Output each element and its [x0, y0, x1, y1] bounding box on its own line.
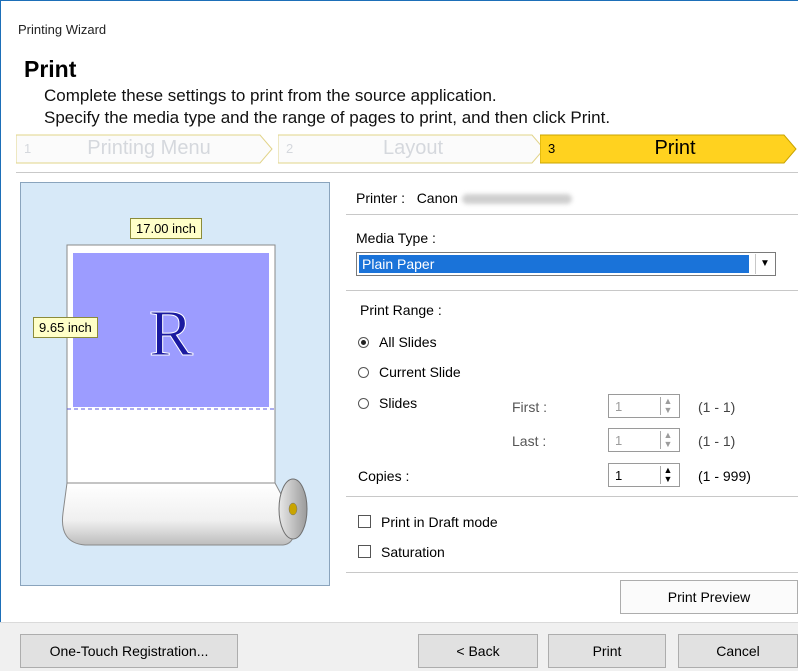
first-range: (1 - 1) [698, 399, 736, 415]
stepper-value: 1 [615, 399, 623, 414]
step-number: 1 [24, 141, 32, 156]
checkbox-box[interactable] [358, 545, 371, 558]
radio-indicator[interactable] [358, 367, 369, 378]
copies-stepper[interactable]: 1 ▲ ▼ [608, 463, 680, 487]
header-divider [16, 172, 798, 173]
radio-all-slides[interactable]: All Slides [358, 334, 437, 350]
copies-label: Copies : [358, 468, 410, 484]
printer-divider [346, 214, 798, 215]
last-label: Last : [512, 433, 547, 449]
radio-current-slide[interactable]: Current Slide [358, 364, 461, 380]
sample-glyph: R [149, 297, 193, 370]
stepper-arrows-icon[interactable]: ▲ ▼ [660, 431, 675, 449]
checkbox-label: Saturation [381, 544, 445, 560]
cancel-button[interactable]: Cancel [678, 634, 798, 668]
checkbox-label: Print in Draft mode [381, 514, 498, 530]
options-divider [346, 572, 798, 573]
chevron-down-icon[interactable]: ▼ [755, 254, 774, 274]
printer-info: Printer : Canon [356, 190, 572, 206]
first-label: First : [512, 399, 547, 415]
step-number: 2 [286, 141, 294, 156]
last-page-stepper[interactable]: 1 ▲ ▼ [608, 428, 680, 452]
stepper-arrows-icon[interactable]: ▲ ▼ [660, 466, 675, 484]
printer-label: Printer : [356, 190, 406, 206]
last-range: (1 - 1) [698, 433, 736, 449]
redacted-model [461, 194, 572, 205]
print-preview-button[interactable]: Print Preview [620, 580, 798, 614]
page-title: Print [24, 56, 77, 82]
back-button[interactable]: < Back [418, 634, 538, 668]
step-label: Print [654, 137, 696, 159]
step-number: 3 [548, 141, 556, 156]
radio-slides[interactable]: Slides [358, 395, 417, 411]
step-print: 3 Print [540, 134, 798, 164]
paper-width-label: 17.00 inch [130, 218, 202, 239]
one-touch-registration-button[interactable]: One-Touch Registration... [20, 634, 238, 668]
printer-name: Canon [416, 190, 458, 206]
radio-label: All Slides [379, 334, 437, 350]
radio-indicator[interactable] [358, 398, 369, 409]
stepper-value: 1 [615, 433, 623, 448]
range-divider [346, 496, 798, 497]
copies-range: (1 - 999) [698, 468, 751, 484]
media-type-value: Plain Paper [359, 255, 749, 273]
media-type-label: Media Type : [356, 230, 436, 246]
stepper-arrows-icon[interactable]: ▲ ▼ [660, 397, 675, 415]
description-line-1: Complete these settings to print from th… [44, 86, 497, 105]
step-label: Layout [382, 137, 444, 159]
paper-roll-illustration: R [61, 244, 308, 546]
step-layout: 2 Layout [278, 134, 546, 164]
media-divider [346, 290, 798, 291]
radio-label: Slides [379, 395, 418, 411]
step-printing-menu: 1 Printing Menu [16, 134, 274, 164]
saturation-checkbox[interactable]: Saturation [358, 544, 445, 560]
radio-indicator[interactable] [358, 337, 369, 348]
print-preview-panel: R 17.00 inch 9.65 inch [20, 182, 330, 586]
draft-mode-checkbox[interactable]: Print in Draft mode [358, 514, 498, 530]
wizard-steps: 1 Printing Menu 2 Layout 3 Print [16, 134, 798, 164]
description-line-2: Specify the media type and the range of … [44, 108, 611, 127]
paper-height-label: 9.65 inch [33, 317, 98, 338]
first-page-stepper[interactable]: 1 ▲ ▼ [608, 394, 680, 418]
checkbox-box[interactable] [358, 515, 371, 528]
window-title: Printing Wizard [18, 22, 107, 37]
step-label: Printing Menu [87, 137, 211, 159]
stepper-value: 1 [615, 468, 623, 483]
media-type-select[interactable]: Plain Paper ▼ [356, 252, 776, 276]
radio-label: Current Slide [379, 364, 461, 380]
print-range-label: Print Range : [360, 302, 442, 318]
print-button[interactable]: Print [548, 634, 666, 668]
